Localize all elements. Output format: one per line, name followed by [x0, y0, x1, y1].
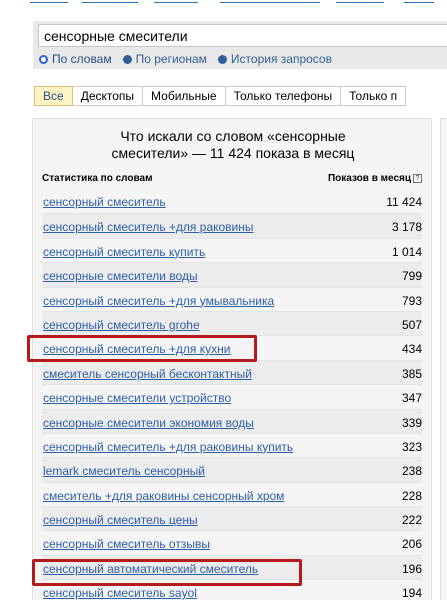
table-row: сенсорный смеситель +для раковины купить… [42, 432, 422, 458]
col-impressions-label: Показов в месяц [327, 173, 411, 184]
top-link[interactable] [154, 0, 198, 3]
keyword-link[interactable]: сенсорный смеситель цены [43, 513, 198, 527]
impressions-count: 206 [401, 537, 422, 552]
keyword-link[interactable]: сенсорный смеситель sayol [43, 586, 197, 600]
mode-by-regions[interactable]: По регионам [122, 52, 207, 66]
table-row: сенсорный смеситель купить 1 014 [42, 237, 422, 263]
top-link[interactable] [82, 0, 138, 3]
impressions-count: 228 [401, 488, 422, 503]
mode-by-words-label: По словам [52, 52, 112, 66]
panel-title: Что искали со словом «сенсорные смесител… [33, 128, 433, 162]
impressions-count: 196 [401, 561, 422, 576]
top-link[interactable] [30, 0, 68, 3]
radio-selected-icon [39, 54, 48, 64]
table-row: сенсорный смеситель +для раковины 3 178 [42, 213, 422, 238]
keyword-link[interactable]: сенсорный смеситель grohe [43, 318, 200, 332]
keyword-link[interactable]: сенсорные смесители воды [43, 269, 198, 283]
keyword-link[interactable]: сенсорный смеситель отзывы [43, 537, 210, 551]
top-link[interactable] [404, 0, 434, 3]
impressions-count: 222 [401, 513, 422, 528]
keyword-link[interactable]: сенсорные смесители устройство [43, 391, 231, 405]
top-links-strip [30, 0, 447, 4]
keyword-link[interactable]: сенсорный смеситель купить [43, 245, 205, 259]
radio-unselected-icon [217, 54, 227, 64]
tab-phones-only[interactable]: Только телефоны [224, 86, 342, 106]
table-row: сенсорный смеситель цены 222 [42, 506, 422, 531]
impressions-count: 799 [401, 269, 422, 284]
keyword-link[interactable]: сенсорный автоматический смеситель [43, 562, 258, 576]
keyword-link[interactable]: сенсорный смеситель +для умывальника [43, 294, 274, 308]
mode-by-words[interactable]: По словам [39, 52, 112, 66]
search-input[interactable] [38, 24, 447, 47]
impressions-count: 793 [401, 293, 422, 308]
impressions-count: 11 424 [386, 195, 422, 209]
table-row: сенсорные смесители воды 799 [42, 262, 422, 287]
table-row: смеситель +для раковины сенсорный хром 22… [42, 481, 422, 507]
table-row: lemark смеситель сенсорный 238 [42, 457, 422, 482]
table-row: сенсорный смеситель +для умывальника 793 [42, 286, 422, 311]
radio-unselected-icon [122, 54, 132, 64]
keyword-stats-panel: Что искали со словом «сенсорные смесител… [32, 118, 432, 600]
impressions-count: 347 [401, 391, 422, 406]
top-link[interactable] [220, 0, 320, 3]
help-icon[interactable]: ? [413, 174, 422, 183]
panel-title-line2: смесители» — 11 424 показа в месяц [111, 145, 355, 161]
right-panel-edge [440, 118, 447, 600]
table-row: сенсорный автоматический смеситель 196 [42, 554, 422, 580]
impressions-count: 194 [401, 586, 422, 600]
mode-by-regions-label: По регионам [135, 52, 207, 66]
tab-tablets-only[interactable]: Только п [340, 86, 407, 106]
impressions-count: 339 [401, 415, 422, 430]
impressions-count: 385 [401, 366, 422, 381]
mode-query-history[interactable]: История запросов [217, 52, 332, 66]
table-row: сенсорный смеситель отзывы 206 [42, 530, 422, 555]
table-row: сенсорный смеситель +для кухни 434 [42, 335, 422, 360]
table-row: сенсорные смесители экономия воды 339 [42, 408, 422, 433]
keyword-link[interactable]: lemark смеситель сенсорный [43, 464, 205, 478]
mode-query-history-label: История запросов [230, 52, 332, 66]
table-header: Статистика по словам Показов в месяц ? [42, 173, 422, 187]
impressions-count: 507 [401, 317, 422, 332]
tab-desktops[interactable]: Десктопы [71, 86, 144, 106]
impressions-count: 238 [401, 464, 422, 479]
impressions-count: 1 014 [391, 244, 422, 259]
table-row: сенсорный смеситель 11 424 [42, 189, 422, 214]
panel-title-line1: Что искали со словом «сенсорные [120, 128, 346, 144]
keyword-link[interactable]: смеситель сенсорный бесконтактный [43, 367, 252, 381]
keyword-link[interactable]: смеситель +для раковины сенсорный хром [43, 489, 284, 503]
col-impressions-header: Показов в месяц ? [328, 173, 422, 184]
top-link[interactable] [336, 0, 384, 3]
table-row: сенсорный смеситель sayol 194 [42, 579, 422, 600]
tab-all[interactable]: Все [34, 86, 73, 106]
table-row: сенсорные смесители устройство 347 [42, 384, 422, 409]
table-row: сенсорный смеситель grohe 507 [42, 310, 422, 336]
keyword-link[interactable]: сенсорный смеситель +для кухни [43, 342, 230, 356]
keyword-link[interactable]: сенсорные смесители экономия воды [43, 416, 254, 430]
keyword-link[interactable]: сенсорный смеситель +для раковины [43, 220, 254, 234]
keyword-link[interactable]: сенсорный смеситель +для раковины купить [43, 440, 293, 454]
tab-mobile[interactable]: Мобильные [142, 86, 226, 106]
impressions-count: 434 [401, 342, 422, 357]
search-mode-group: По словам По регионам История запросов [39, 52, 343, 66]
col-keyword-header: Статистика по словам [42, 173, 153, 184]
impressions-count: 323 [401, 439, 422, 454]
impressions-count: 3 178 [391, 220, 422, 235]
device-tabs: Все Десктопы Мобильные Только телефоны Т… [34, 86, 407, 106]
table-row: смеситель сенсорный бесконтактный 385 [42, 359, 422, 385]
keyword-table: сенсорный смеситель 11 424 сенсорный смеси… [42, 189, 422, 600]
search-bar: По словам По регионам История запросов [33, 21, 447, 69]
keyword-link[interactable]: сенсорный смеситель [43, 195, 166, 209]
